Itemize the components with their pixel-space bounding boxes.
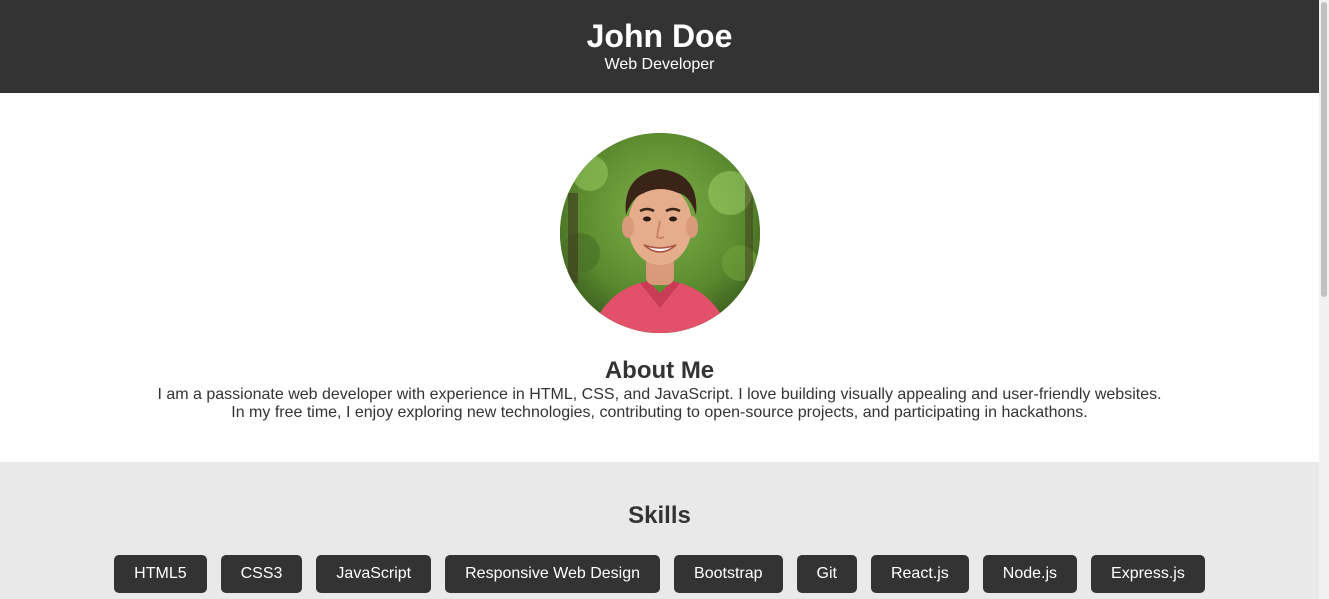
- about-heading: About Me: [604, 357, 715, 384]
- skill-badge: CSS3: [220, 555, 303, 593]
- profile-name: John Doe: [586, 18, 733, 54]
- skill-list: HTML5 CSS3 JavaScript Responsive Web Des…: [0, 555, 1319, 593]
- about-text-line-1: I am a passionate web developer with exp…: [157, 386, 1162, 403]
- skill-badge: Git: [796, 555, 857, 593]
- site-header: John Doe Web Developer: [0, 0, 1319, 93]
- vertical-scrollbar[interactable]: [1319, 0, 1329, 599]
- skills-heading: Skills: [628, 502, 691, 529]
- skill-badge: React.js: [870, 555, 969, 593]
- skill-badge: JavaScript: [316, 555, 432, 593]
- skill-badge: Node.js: [982, 555, 1078, 593]
- avatar: [559, 133, 760, 333]
- avatar-photo: [559, 133, 760, 333]
- about-text-line-2: In my free time, I enjoy exploring new t…: [231, 404, 1088, 421]
- skill-badge: HTML5: [114, 555, 207, 593]
- page-content: John Doe Web Developer About Me I am a p…: [0, 0, 1319, 599]
- skill-badge: Responsive Web Design: [445, 555, 661, 593]
- scrollbar-thumb[interactable]: [1321, 2, 1327, 297]
- about-section: About Me I am a passionate web developer…: [0, 93, 1319, 462]
- skill-badge: Express.js: [1091, 555, 1205, 593]
- skills-section: Skills HTML5 CSS3 JavaScript Responsive …: [0, 462, 1319, 599]
- page: John Doe Web Developer About Me I am a p…: [0, 0, 1329, 599]
- skill-badge: Bootstrap: [674, 555, 783, 593]
- profile-role: Web Developer: [604, 56, 715, 73]
